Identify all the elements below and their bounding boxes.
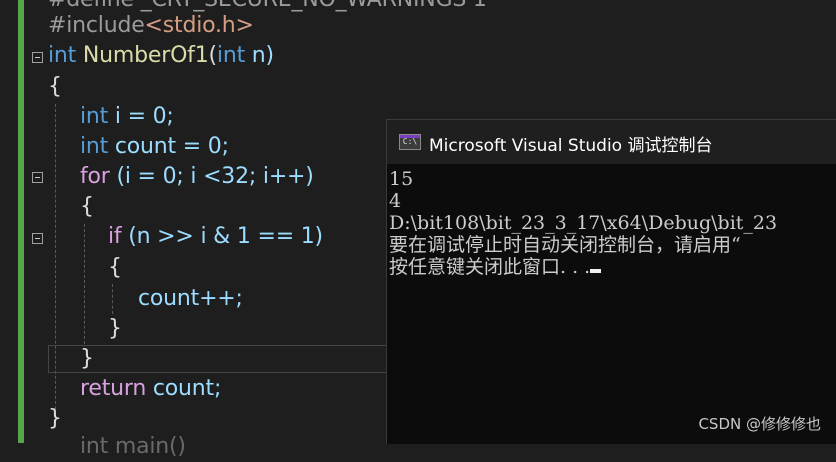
type-keyword: int: [80, 104, 109, 129]
type-keyword: int: [80, 134, 109, 159]
console-output-prompt-line: 按任意键关闭此窗口. . .: [389, 256, 836, 278]
return-rest: count;: [146, 376, 222, 401]
param-type: int: [216, 43, 246, 68]
watermark: CSDN @修修修也: [698, 415, 821, 433]
console-title-bar[interactable]: C:\ Microsoft Visual Studio 调试控制台: [387, 120, 836, 164]
if-rest: (n >> i & 1 == 1): [121, 224, 323, 249]
console-output-line: 要在调试停止时自动关闭控制台，请启用“: [389, 234, 741, 256]
console-title: Microsoft Visual Studio 调试控制台: [429, 136, 713, 156]
code-line-return: return count;: [80, 374, 221, 404]
code-line-include: #include<stdio.h>: [48, 11, 254, 41]
for-rest: (i = 0; i <32; i++): [109, 164, 314, 189]
for-keyword: for: [80, 164, 110, 189]
decl-rest: count = 0;: [108, 134, 229, 159]
console-app-icon: C:\: [399, 134, 421, 150]
return-keyword: return: [80, 376, 147, 401]
code-line-if-brace-close: }: [108, 316, 122, 341]
console-output-line: 按任意键关闭此窗口. . .: [389, 256, 591, 278]
code-line-count-increment: count++;: [138, 286, 243, 311]
fold-toggle-if[interactable]: [32, 233, 43, 244]
include-file: <stdio.h>: [144, 13, 254, 38]
code-line-function-signature: int NumberOf1(int n): [48, 41, 274, 71]
console-output-line: 4: [389, 190, 402, 212]
param-name: n): [245, 43, 274, 68]
code-line-for-brace-open: {: [80, 194, 94, 219]
paren: (: [208, 43, 218, 68]
function-name: NumberOf1: [82, 43, 209, 68]
fold-toggle-for[interactable]: [32, 172, 43, 183]
editor-gutter: [0, 0, 18, 443]
include-keyword: #include: [48, 13, 145, 38]
console-output-line: 15: [389, 168, 414, 190]
text-cursor: [590, 269, 602, 273]
code-line-decl-count: int count = 0;: [80, 132, 229, 162]
code-line-brace-close: }: [48, 406, 62, 431]
debug-console-window[interactable]: C:\ Microsoft Visual Studio 调试控制台 15 4 D…: [386, 119, 836, 444]
code-line-for-brace-close: }: [80, 346, 94, 371]
change-indicator-bar: [18, 0, 24, 443]
code-line-decl-i: int i = 0;: [80, 102, 174, 132]
indent-guide: [84, 224, 85, 344]
console-output[interactable]: 15 4 D:\bit108\bit_23_3_17\x64\Debug\bit…: [389, 168, 836, 438]
code-line-for: for (i = 0; i <32; i++): [80, 162, 314, 192]
decl-rest: i = 0;: [108, 104, 174, 129]
console-output-line: D:\bit108\bit_23_3_17\x64\Debug\bit_23: [389, 212, 778, 234]
current-line-highlight: [48, 345, 386, 373]
return-type: int: [48, 43, 77, 68]
code-line-if-brace-open: {: [108, 255, 122, 280]
indent-guide: [112, 284, 113, 314]
code-line-main-partial: int main(): [80, 434, 186, 459]
fold-toggle-function[interactable]: [32, 52, 43, 63]
if-keyword: if: [108, 224, 122, 249]
code-line-brace-open: {: [48, 74, 62, 99]
code-line-if: if (n >> i & 1 == 1): [108, 222, 323, 252]
